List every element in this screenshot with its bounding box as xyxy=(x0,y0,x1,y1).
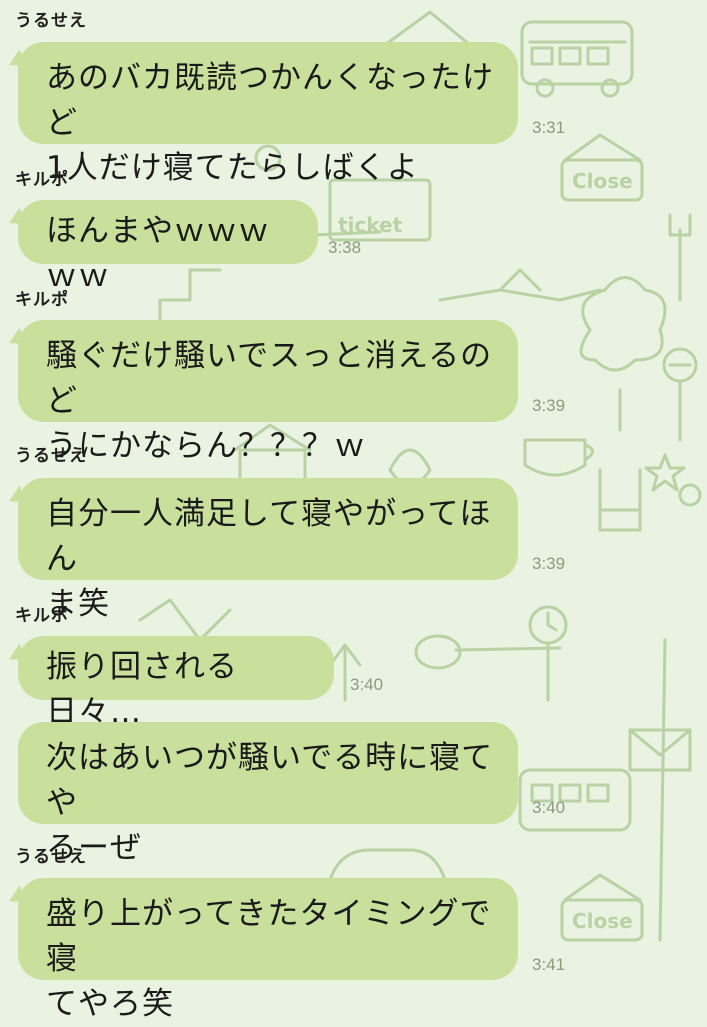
message-timestamp: 3:39 xyxy=(532,396,566,415)
sender-name: うるせえ xyxy=(15,847,87,867)
sender-name: キルポ xyxy=(15,606,69,626)
sender-name: キルポ xyxy=(15,290,69,310)
message-bubble[interactable]: 自分一人満足して寝やがってほん ま笑 xyxy=(18,478,518,622)
message-bubble[interactable]: ほんまやｗｗｗｗｗ xyxy=(18,200,318,294)
message-bubble[interactable]: 騒ぐだけ騒いでスっと消えるのど うにかならん？？？ｗ xyxy=(18,320,518,464)
message-line: ほんまやｗｗｗｗｗ xyxy=(46,213,270,294)
message-line: 1人だけ寝てたらしばくよ xyxy=(46,150,419,186)
message-timestamp: 3:38 xyxy=(328,238,362,257)
message-line: ろーぜ xyxy=(46,830,142,866)
message-line: 自分一人満足して寝やがってほん xyxy=(46,496,492,577)
message-bubble[interactable]: あのバカ既読つかんくなったけど 1人だけ寝てたらしばくよ xyxy=(18,42,518,186)
message-line: 騒ぐだけ騒いでスっと消えるのど xyxy=(46,338,493,419)
message-line: うにかならん？？？ｗ xyxy=(46,428,366,464)
message-timestamp: 3:40 xyxy=(350,675,384,694)
message-timestamp: 3:39 xyxy=(532,554,566,573)
message-bubble[interactable]: 振り回される日々… xyxy=(18,636,334,730)
chat-message-list[interactable]: うるせえ あのバカ既読つかんくなったけど 1人だけ寝てたらしばくよ 3:31 キ… xyxy=(0,0,707,1022)
message-timestamp: 3:41 xyxy=(532,955,566,974)
sender-name: うるせえ xyxy=(15,11,87,31)
sender-name: うるせえ xyxy=(15,446,87,466)
message-line: 盛り上がってきたタイミングで寝 xyxy=(46,896,492,977)
message-line: あのバカ既読つかんくなったけど xyxy=(46,60,494,141)
message-bubble[interactable]: 盛り上がってきたタイミングで寝 てやろ笑 xyxy=(18,878,518,1022)
message-line: 次はあいつが騒いでる時に寝てや xyxy=(46,740,494,821)
sender-name: キルポ xyxy=(15,170,69,190)
message-bubble[interactable]: 次はあいつが騒いでる時に寝てや ろーぜ xyxy=(18,722,518,866)
message-line: ま笑 xyxy=(46,586,110,622)
message-line: てやろ笑 xyxy=(46,986,174,1022)
message-timestamp: 3:40 xyxy=(532,798,566,817)
message-timestamp: 3:31 xyxy=(532,118,566,137)
